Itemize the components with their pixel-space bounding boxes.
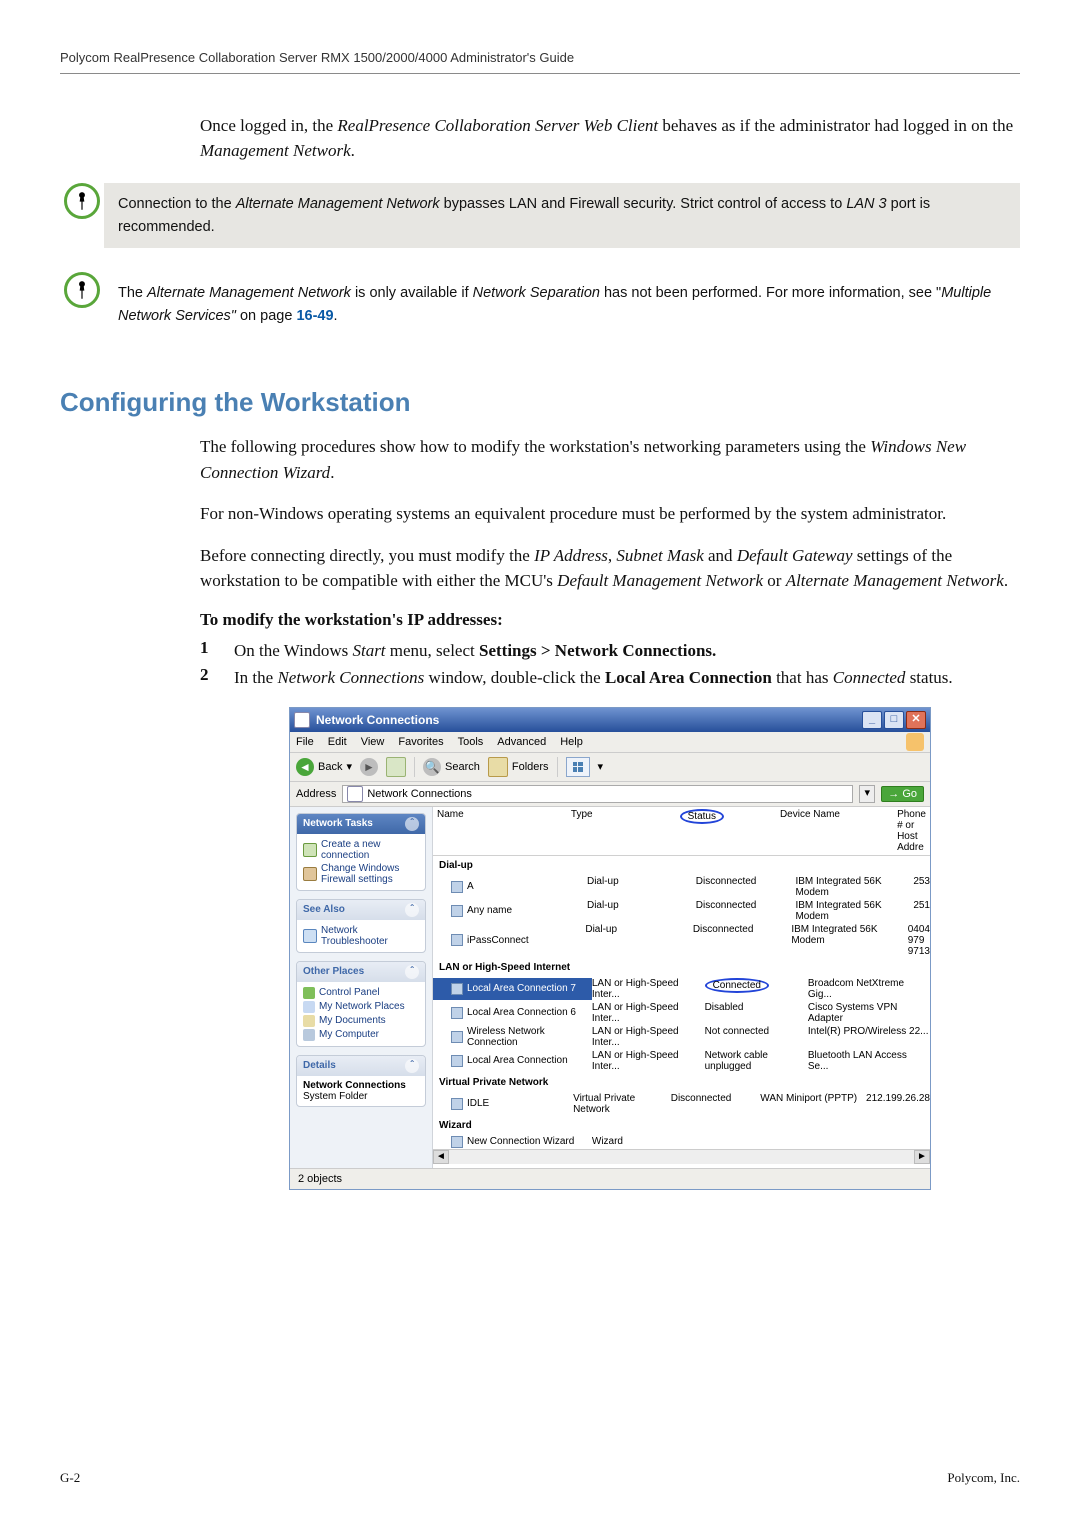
page-link[interactable]: 16-49 xyxy=(296,308,333,324)
my-documents-link[interactable]: My Documents xyxy=(303,1014,419,1028)
menu-file[interactable]: File xyxy=(296,736,314,748)
menu-view[interactable]: View xyxy=(361,736,385,748)
network-tasks-panel: Network Tasksˆ Create a new connection C… xyxy=(296,813,426,891)
group-dialup: Dial-up xyxy=(433,856,930,875)
connection-row[interactable]: iPassConnectDial-upDisconnectedIBM Integ… xyxy=(433,923,930,958)
horizontal-scrollbar[interactable]: ◄ ► xyxy=(433,1149,930,1164)
connection-row[interactable]: Local Area ConnectionLAN or High-Speed I… xyxy=(433,1049,930,1073)
menu-edit[interactable]: Edit xyxy=(328,736,347,748)
see-also-panel: See Alsoˆ Network Troubleshooter xyxy=(296,899,426,953)
pushpin-icon xyxy=(64,272,100,308)
note-1-text: Connection to the Alternate Management N… xyxy=(104,183,1020,248)
toolbar: ◄Back▾ ► 🔍Search Folders ▾ xyxy=(290,753,930,782)
go-button[interactable]: → Go xyxy=(881,786,924,802)
group-vpn: Virtual Private Network xyxy=(433,1073,930,1092)
windows-logo-icon xyxy=(906,733,924,751)
page-header: Polycom RealPresence Collaboration Serve… xyxy=(60,50,1020,74)
step-2: 2 In the Network Connections window, dou… xyxy=(200,665,1020,691)
address-input[interactable]: Network Connections xyxy=(342,785,853,803)
view-button[interactable] xyxy=(566,757,590,777)
sidebar: Network Tasksˆ Create a new connection C… xyxy=(290,807,433,1168)
control-panel-link[interactable]: Control Panel xyxy=(303,986,419,1000)
connection-row[interactable]: ADial-upDisconnectedIBM Integrated 56K M… xyxy=(433,875,930,899)
group-lan: LAN or High-Speed Internet xyxy=(433,958,930,977)
pushpin-icon xyxy=(64,183,100,219)
status-header-highlight: Status xyxy=(680,809,724,824)
search-button[interactable]: 🔍Search xyxy=(423,758,480,776)
back-button[interactable]: ◄Back▾ xyxy=(296,758,352,776)
address-bar: Address Network Connections ▾ → Go xyxy=(290,782,930,807)
scroll-right-button[interactable]: ► xyxy=(914,1150,930,1164)
connection-row[interactable]: Local Area Connection 7LAN or High-Speed… xyxy=(433,977,930,1001)
collapse-icon[interactable]: ˆ xyxy=(405,1059,419,1073)
network-troubleshooter[interactable]: Network Troubleshooter xyxy=(303,924,419,948)
window-title: Network Connections xyxy=(316,713,862,727)
details-panel: Detailsˆ Network Connections System Fold… xyxy=(296,1055,426,1107)
menu-tools[interactable]: Tools xyxy=(458,736,484,748)
up-button[interactable] xyxy=(386,757,406,777)
para-1: The following procedures show how to mod… xyxy=(200,434,1020,485)
connection-row[interactable]: IDLEVirtual Private NetworkDisconnectedW… xyxy=(433,1092,930,1116)
maximize-button[interactable]: □ xyxy=(884,711,904,729)
my-network-places-link[interactable]: My Network Places xyxy=(303,1000,419,1014)
status-bar: 2 objects xyxy=(290,1168,930,1189)
task-firewall-settings[interactable]: Change Windows Firewall settings xyxy=(303,862,419,886)
details-title: Network Connections xyxy=(303,1080,419,1091)
note-2-text: The Alternate Management Network is only… xyxy=(104,272,1020,337)
my-computer-link[interactable]: My Computer xyxy=(303,1028,419,1042)
column-headers[interactable]: Name Type Status Device Name Phone # or … xyxy=(433,807,930,856)
menubar: File Edit View Favorites Tools Advanced Help xyxy=(290,732,930,753)
group-wizard: Wizard xyxy=(433,1116,930,1135)
window-icon xyxy=(294,712,310,728)
address-dropdown[interactable]: ▾ xyxy=(859,785,875,803)
procedure-heading: To modify the workstation's IP addresses… xyxy=(200,610,1020,630)
menu-help[interactable]: Help xyxy=(560,736,583,748)
close-button[interactable]: ✕ xyxy=(906,711,926,729)
step-1: 1 On the Windows Start menu, select Sett… xyxy=(200,638,1020,664)
scroll-left-button[interactable]: ◄ xyxy=(433,1150,449,1164)
footer-company: Polycom, Inc. xyxy=(947,1470,1020,1486)
note-2: The Alternate Management Network is only… xyxy=(60,272,1020,337)
task-create-connection[interactable]: Create a new connection xyxy=(303,838,419,862)
section-heading: Configuring the Workstation xyxy=(60,387,1020,418)
para-2: For non-Windows operating systems an equ… xyxy=(200,501,1020,527)
network-connections-window: Network Connections _ □ ✕ File Edit View Fa… xyxy=(289,707,931,1190)
connection-row[interactable]: Local Area Connection 6LAN or High-Speed… xyxy=(433,1001,930,1025)
note-1: Connection to the Alternate Management N… xyxy=(60,183,1020,248)
collapse-icon[interactable]: ˆ xyxy=(405,965,419,979)
page-number: G-2 xyxy=(60,1470,80,1486)
minimize-button[interactable]: _ xyxy=(862,711,882,729)
para-3: Before connecting directly, you must mod… xyxy=(200,543,1020,594)
details-subtitle: System Folder xyxy=(303,1091,419,1102)
connection-row[interactable]: Any nameDial-upDisconnectedIBM Integrate… xyxy=(433,899,930,923)
folders-button[interactable]: Folders xyxy=(488,757,549,777)
address-label: Address xyxy=(296,788,336,800)
menu-favorites[interactable]: Favorites xyxy=(398,736,443,748)
connections-list: Name Type Status Device Name Phone # or … xyxy=(433,807,930,1168)
forward-button[interactable]: ► xyxy=(360,758,378,776)
connection-row[interactable]: New Connection WizardWizard xyxy=(433,1135,930,1149)
other-places-panel: Other Placesˆ Control Panel My Network P… xyxy=(296,961,426,1047)
menu-advanced[interactable]: Advanced xyxy=(497,736,546,748)
window-titlebar[interactable]: Network Connections _ □ ✕ xyxy=(290,708,930,732)
intro-paragraph: Once logged in, the RealPresence Collabo… xyxy=(200,114,1020,163)
collapse-icon[interactable]: ˆ xyxy=(405,817,419,831)
collapse-icon[interactable]: ˆ xyxy=(405,903,419,917)
connection-row[interactable]: Wireless Network ConnectionLAN or High-S… xyxy=(433,1025,930,1049)
